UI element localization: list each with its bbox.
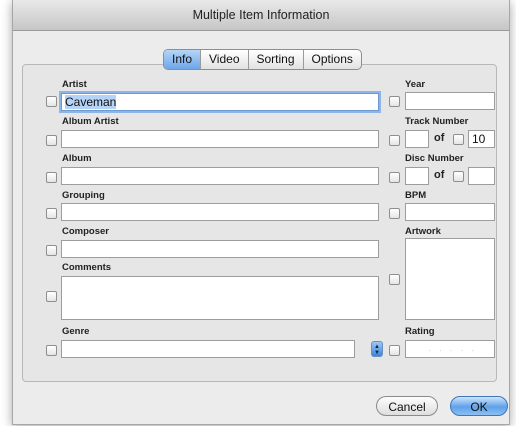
composer-checkbox[interactable] — [46, 245, 57, 256]
tab-options[interactable]: Options — [302, 50, 361, 69]
chevron-down-icon: ▼ — [374, 350, 380, 356]
grouping-field[interactable] — [61, 203, 379, 221]
comments-field[interactable] — [61, 276, 379, 320]
bpm-checkbox[interactable] — [389, 208, 400, 219]
album-artist-label: Album Artist — [62, 116, 119, 127]
grouping-label: Grouping — [62, 190, 105, 201]
grouping-checkbox[interactable] — [46, 208, 57, 219]
comments-label: Comments — [62, 262, 112, 273]
album-artist-field[interactable] — [61, 130, 379, 148]
album-field[interactable] — [61, 167, 379, 185]
rating-label: Rating — [405, 326, 435, 337]
album-artist-checkbox[interactable] — [46, 135, 57, 146]
artist-field[interactable]: Caveman — [61, 93, 379, 111]
artwork-checkbox[interactable] — [389, 274, 400, 285]
genre-label: Genre — [62, 326, 90, 337]
rating-checkbox[interactable] — [389, 345, 400, 356]
comments-checkbox[interactable] — [46, 291, 57, 302]
tab-video[interactable]: Video — [200, 50, 247, 69]
track-number-checkbox[interactable] — [389, 135, 400, 146]
artist-checkbox[interactable] — [46, 96, 57, 107]
year-checkbox[interactable] — [389, 96, 400, 107]
ok-button[interactable]: OK — [450, 396, 508, 416]
rating-stars: · · · · · — [428, 346, 478, 355]
window-title: Multiple Item Information — [13, 0, 509, 31]
track-of-label: of — [434, 132, 445, 144]
tab-bar: Info Video Sorting Options — [163, 49, 362, 70]
track-number-field[interactable] — [405, 130, 429, 148]
bpm-field[interactable] — [405, 203, 495, 221]
genre-field[interactable] — [61, 340, 355, 358]
disc-count-checkbox[interactable] — [453, 171, 464, 182]
disc-of-label: of — [434, 169, 445, 181]
album-label: Album — [62, 153, 92, 164]
artwork-well[interactable] — [405, 238, 495, 320]
disc-count-field[interactable] — [468, 167, 495, 185]
composer-field[interactable] — [61, 240, 379, 258]
rating-field[interactable]: · · · · · — [405, 340, 495, 358]
artwork-label: Artwork — [405, 226, 441, 237]
year-field[interactable] — [405, 92, 495, 110]
cancel-button[interactable]: Cancel — [376, 396, 438, 416]
tab-sorting[interactable]: Sorting — [247, 50, 303, 69]
artist-label: Artist — [62, 79, 87, 90]
bpm-label: BPM — [405, 190, 427, 201]
track-number-label: Track Number — [405, 116, 469, 127]
year-label: Year — [405, 79, 426, 90]
track-count-checkbox[interactable] — [453, 134, 464, 145]
genre-checkbox[interactable] — [46, 345, 57, 356]
artist-value: Caveman — [65, 95, 117, 109]
disc-number-label: Disc Number — [405, 153, 464, 164]
composer-label: Composer — [62, 226, 109, 237]
track-count-field[interactable]: 10 — [468, 130, 495, 148]
genre-popup-stepper[interactable]: ▲ ▼ — [371, 341, 383, 357]
tab-info[interactable]: Info — [164, 50, 201, 69]
album-checkbox[interactable] — [46, 172, 57, 183]
disc-number-checkbox[interactable] — [389, 172, 400, 183]
disc-number-field[interactable] — [405, 167, 429, 185]
